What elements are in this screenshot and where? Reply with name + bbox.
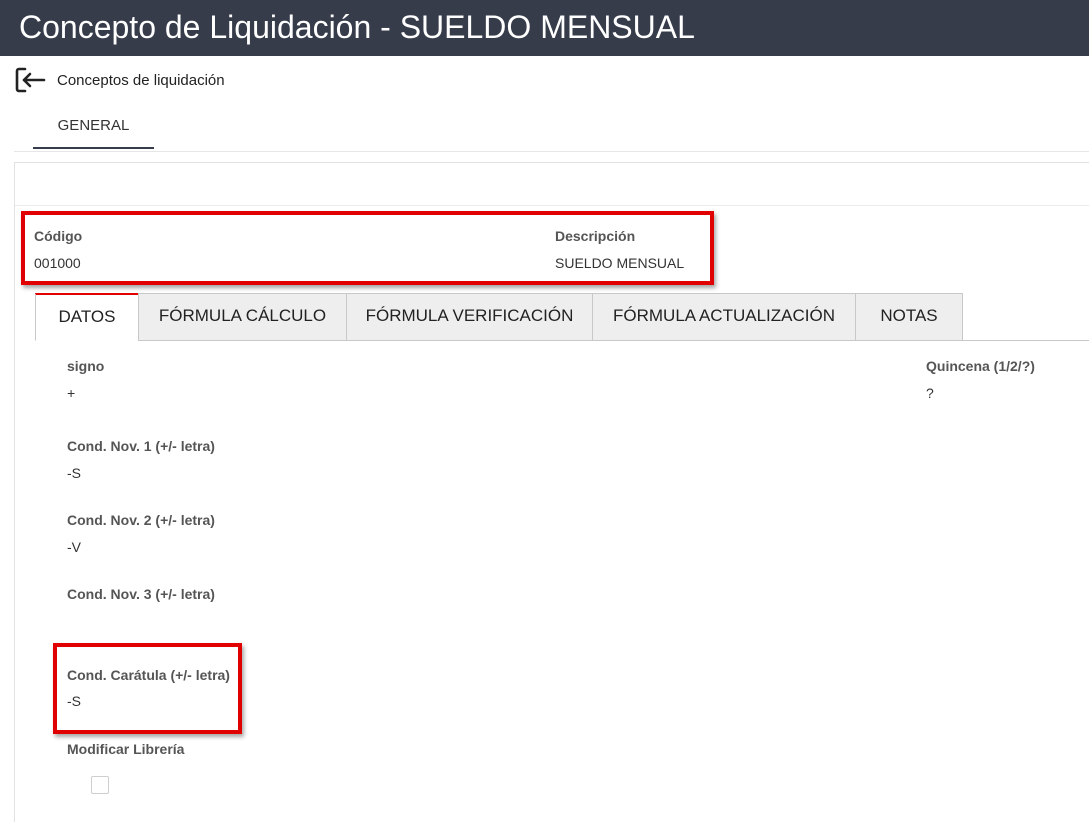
signo-label: signo bbox=[67, 358, 105, 374]
cond-nov-1-value: -S bbox=[67, 465, 81, 481]
tab-notas[interactable]: NOTAS bbox=[855, 293, 963, 341]
cond-nov-1-label: Cond. Nov. 1 (+/- letra) bbox=[67, 438, 215, 454]
tab-divider bbox=[14, 151, 1089, 152]
quincena-value: ? bbox=[926, 385, 934, 401]
tab-formula-actualizacion[interactable]: FÓRMULA ACTUALIZACIÓN bbox=[592, 293, 856, 341]
page-title: Concepto de Liquidación - SUELDO MENSUAL bbox=[19, 9, 695, 45]
tab-formula-verificacion[interactable]: FÓRMULA VERIFICACIÓN bbox=[346, 293, 593, 341]
cond-nov-2-value: -V bbox=[67, 539, 81, 555]
back-link[interactable]: Conceptos de liquidación bbox=[57, 72, 225, 89]
quincena-label: Quincena (1/2/?) bbox=[926, 358, 1035, 374]
cond-nov-3-label: Cond. Nov. 3 (+/- letra) bbox=[67, 586, 215, 602]
tab-formula-calculo[interactable]: FÓRMULA CÁLCULO bbox=[138, 293, 347, 341]
highlight-box-caratula bbox=[53, 643, 242, 734]
highlight-box-header bbox=[21, 211, 714, 285]
back-arrow-icon[interactable] bbox=[14, 64, 46, 96]
modificar-libreria-label: Modificar Librería bbox=[67, 741, 185, 757]
panel-divider bbox=[15, 205, 1089, 206]
breadcrumb: Conceptos de liquidación bbox=[14, 64, 225, 96]
tab-datos[interactable]: DATOS bbox=[35, 293, 139, 341]
tab-general[interactable]: GENERAL bbox=[33, 104, 154, 149]
cond-nov-2-label: Cond. Nov. 2 (+/- letra) bbox=[67, 512, 215, 528]
signo-value: + bbox=[67, 385, 76, 401]
subtab-baseline bbox=[963, 340, 1089, 341]
modificar-libreria-checkbox[interactable] bbox=[91, 776, 109, 794]
title-bar: Concepto de Liquidación - SUELDO MENSUAL bbox=[0, 0, 1089, 56]
